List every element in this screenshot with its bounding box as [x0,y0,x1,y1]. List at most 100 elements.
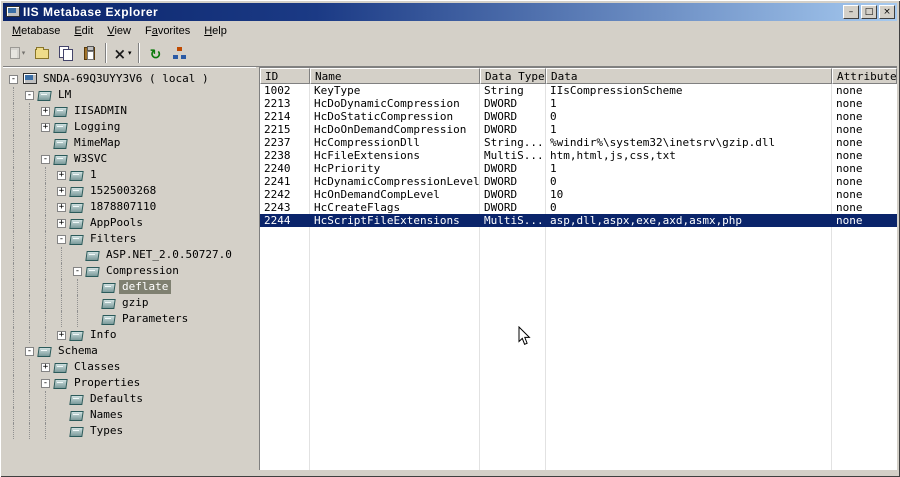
tree-indent-guide [9,151,25,167]
tree-item-parameters[interactable]: Parameters [9,311,256,327]
expander-plus-icon[interactable]: + [57,218,66,228]
expander-plus-icon[interactable]: + [41,106,50,116]
tree-item-1525003268[interactable]: +1525003268 [9,183,256,199]
menu-item-metabase[interactable]: Metabase [5,23,67,39]
tree-item-logging[interactable]: + Logging [9,119,256,135]
metabase-row-2237[interactable]: 2237 HcCompressionDll String... %windir%\sy… [260,136,897,149]
expander-minus-icon[interactable]: - [25,90,34,100]
tree-item-label: gzip [122,296,149,309]
column-header-attributes[interactable]: Attributes [832,68,897,84]
metabase-row-2215[interactable]: 2215 HcDoOnDemandCompression DWORD 1 none [260,123,897,136]
open-folder-button[interactable] [30,42,53,64]
tree-item-compression[interactable]: - Compression [9,263,256,279]
tree-indent-guide [9,311,25,327]
node-icon [102,282,115,293]
dropdown-arrow-icon: ▾ [21,49,26,57]
expander-minus-icon[interactable]: - [57,234,66,244]
expander-minus-icon[interactable]: - [9,74,18,84]
refresh-button[interactable] [144,42,167,64]
expander-minus-icon[interactable]: - [41,378,50,388]
tree-item-gzip[interactable]: gzip [9,295,256,311]
column-header-data[interactable]: Data [546,68,832,84]
metabase-row-2244[interactable]: 2244 HcScriptFileExtensions MultiS... asp,d… [260,214,897,227]
tree-item-1[interactable]: +1 [9,167,256,183]
tree-item-label: Logging [74,120,121,133]
copy-icon [58,46,73,61]
metabase-row-1002[interactable]: 1002 KeyType String IIsCompressionScheme non… [260,84,897,97]
metabase-row-2240[interactable]: 2240 HcPriority DWORD 1 none [260,162,897,175]
tree-indent-guide [73,295,89,311]
toolbar-separator [138,43,140,63]
tree-item-info[interactable]: + Info [9,327,256,343]
title-bar[interactable]: IIS Metabase Explorer – □ × [3,3,897,21]
expander-plus-icon[interactable]: + [41,362,50,372]
metabase-row-2238[interactable]: 2238 HcFileExtensions MultiS... htm,html,js… [260,149,897,162]
tree-indent-guide [9,231,25,247]
expander-plus-icon[interactable]: + [57,186,66,196]
tree-indent-guide [25,247,41,263]
menu-item-help[interactable]: Help [197,23,234,39]
tree-item-w3svc[interactable]: - W3SVC [9,151,256,167]
delete-button[interactable]: ▾ [111,42,134,64]
tree-item-schema[interactable]: - Schema [9,343,256,359]
cell-attributes: none [836,123,863,136]
metabase-row-2214[interactable]: 2214 HcDoStaticCompression DWORD 0 none [260,110,897,123]
tree-item-classes[interactable]: + Classes [9,359,256,375]
minimize-button[interactable]: – [843,5,859,19]
metabase-row-2242[interactable]: 2242 HcOnDemandCompLevel DWORD 10 none [260,188,897,201]
tree-item-apppools[interactable]: + AppPools [9,215,256,231]
expander-plus-icon[interactable]: + [41,122,50,132]
metabase-row-2213[interactable]: 2213 HcDoDynamicCompression DWORD 1 none [260,97,897,110]
tree-indent-guide [9,135,25,151]
menu-item-favorites[interactable]: Favorites [138,23,197,39]
close-button[interactable]: × [879,5,895,19]
cell-data-type: DWORD [484,162,518,175]
tree-indent-guide [41,311,57,327]
cell-id: 2237 [264,136,291,149]
cell-attributes: none [836,84,863,97]
node-icon [86,250,99,261]
tree-pane: - SNDA-69Q3UYY3V6 ( local ) - LM + IISADMIN + L… [3,67,256,470]
tree-item-asp-net-2-0-50727-0[interactable]: ASP.NET_2.0.50727.0 [9,247,256,263]
tree-indent-guide [41,167,57,183]
metabase-row-2243[interactable]: 2243 HcCreateFlags DWORD 0 none [260,201,897,214]
tree-item-properties[interactable]: - Properties [9,375,256,391]
tree-item-types[interactable]: Types [9,423,256,439]
connect-button[interactable] [168,42,191,64]
tree-indent-guide [25,327,41,343]
menu-item-edit[interactable]: Edit [67,23,100,39]
cell-data: 10 [550,188,564,201]
tree-item-deflate[interactable]: deflate [9,279,256,295]
tree-indent-guide [25,183,41,199]
list-pane: ID Name Data Type Data Attributes 1002 KeyTyp… [259,67,897,470]
tree-indent-guide [41,263,57,279]
expander-plus-icon[interactable]: + [57,170,66,180]
expander-minus-icon[interactable]: - [41,154,50,164]
column-header-data-type[interactable]: Data Type [480,68,546,84]
column-header-name[interactable]: Name [310,68,480,84]
copy-button[interactable] [54,42,77,64]
column-header-id[interactable]: ID [260,68,310,84]
maximize-button[interactable]: □ [861,5,877,19]
tree-item-label: W3SVC [74,152,108,165]
node-icon [54,378,67,389]
paste-button[interactable] [78,42,101,64]
expander-minus-icon[interactable]: - [25,346,34,356]
menu-item-view[interactable]: View [100,23,138,39]
tree-item-names[interactable]: Names [9,407,256,423]
tree-item-mimemap[interactable]: MimeMap [9,135,256,151]
new-key-button[interactable]: ▾ [6,42,29,64]
tree-item-1878807110[interactable]: +1878807110 [9,199,256,215]
cell-name: HcDoOnDemandCompression [314,123,467,136]
tree-item-defaults[interactable]: Defaults [9,391,256,407]
expander-minus-icon[interactable]: - [73,266,82,276]
expander-plus-icon[interactable]: + [57,330,66,340]
tree-indent-guide [9,87,25,103]
tree-item-iisadmin[interactable]: + IISADMIN [9,103,256,119]
tree-item-label: 1878807110 [90,200,157,213]
metabase-row-2241[interactable]: 2241 HcDynamicCompressionLevel DWORD 0 none [260,175,897,188]
tree-item-lm[interactable]: - LM [9,87,256,103]
tree-item-snda-69q3uyy3v6-local[interactable]: - SNDA-69Q3UYY3V6 ( local ) [9,71,256,87]
tree-item-filters[interactable]: - Filters [9,231,256,247]
expander-plus-icon[interactable]: + [57,202,66,212]
